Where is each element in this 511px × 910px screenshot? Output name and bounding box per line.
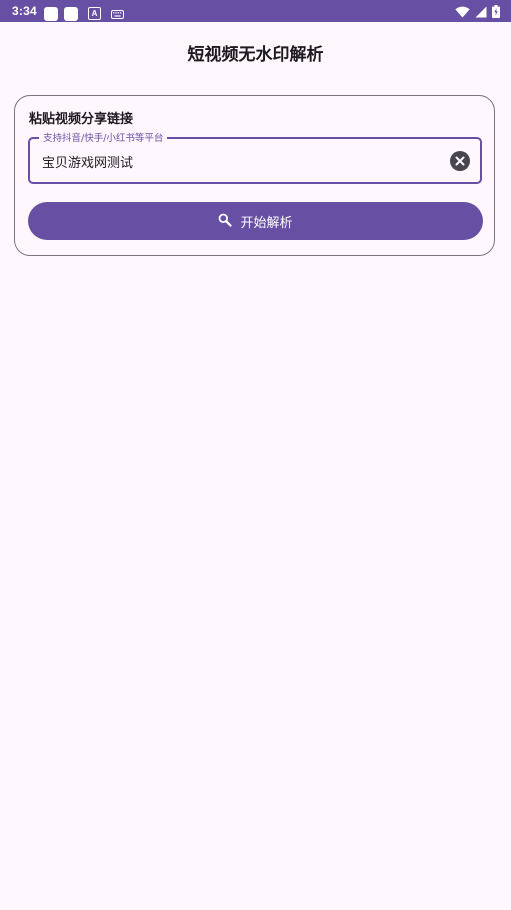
page-title: 短视频无水印解析: [187, 45, 324, 65]
app-notification-icon: [64, 6, 78, 21]
status-time: 3:34: [12, 4, 37, 18]
signal-icon: [475, 3, 487, 22]
clear-icon[interactable]: [450, 151, 470, 171]
share-link-field[interactable]: 支持抖音/快手/小红书等平台: [28, 130, 482, 184]
start-parse-label: 开始解析: [240, 214, 293, 230]
share-link-field-label: 支持抖音/快手/小红书等平台: [39, 130, 168, 144]
card-title: 粘贴视频分享链接: [29, 112, 134, 127]
battery-charging-icon: [492, 3, 500, 22]
link-input-card: 粘贴视频分享链接 支持抖音/快手/小红书等平台 开始解析: [14, 95, 495, 256]
search-icon: [218, 213, 233, 230]
text-a-icon: A: [88, 7, 101, 20]
system-icons: [455, 3, 500, 22]
notification-icons: A: [44, 4, 124, 23]
status-bar: 3:34 A: [0, 0, 511, 22]
keyboard-icon: [111, 4, 124, 23]
app-notification-icon: [44, 6, 58, 21]
wifi-icon: [455, 3, 470, 22]
start-parse-button[interactable]: 开始解析: [28, 202, 483, 240]
share-link-input[interactable]: [42, 151, 432, 171]
